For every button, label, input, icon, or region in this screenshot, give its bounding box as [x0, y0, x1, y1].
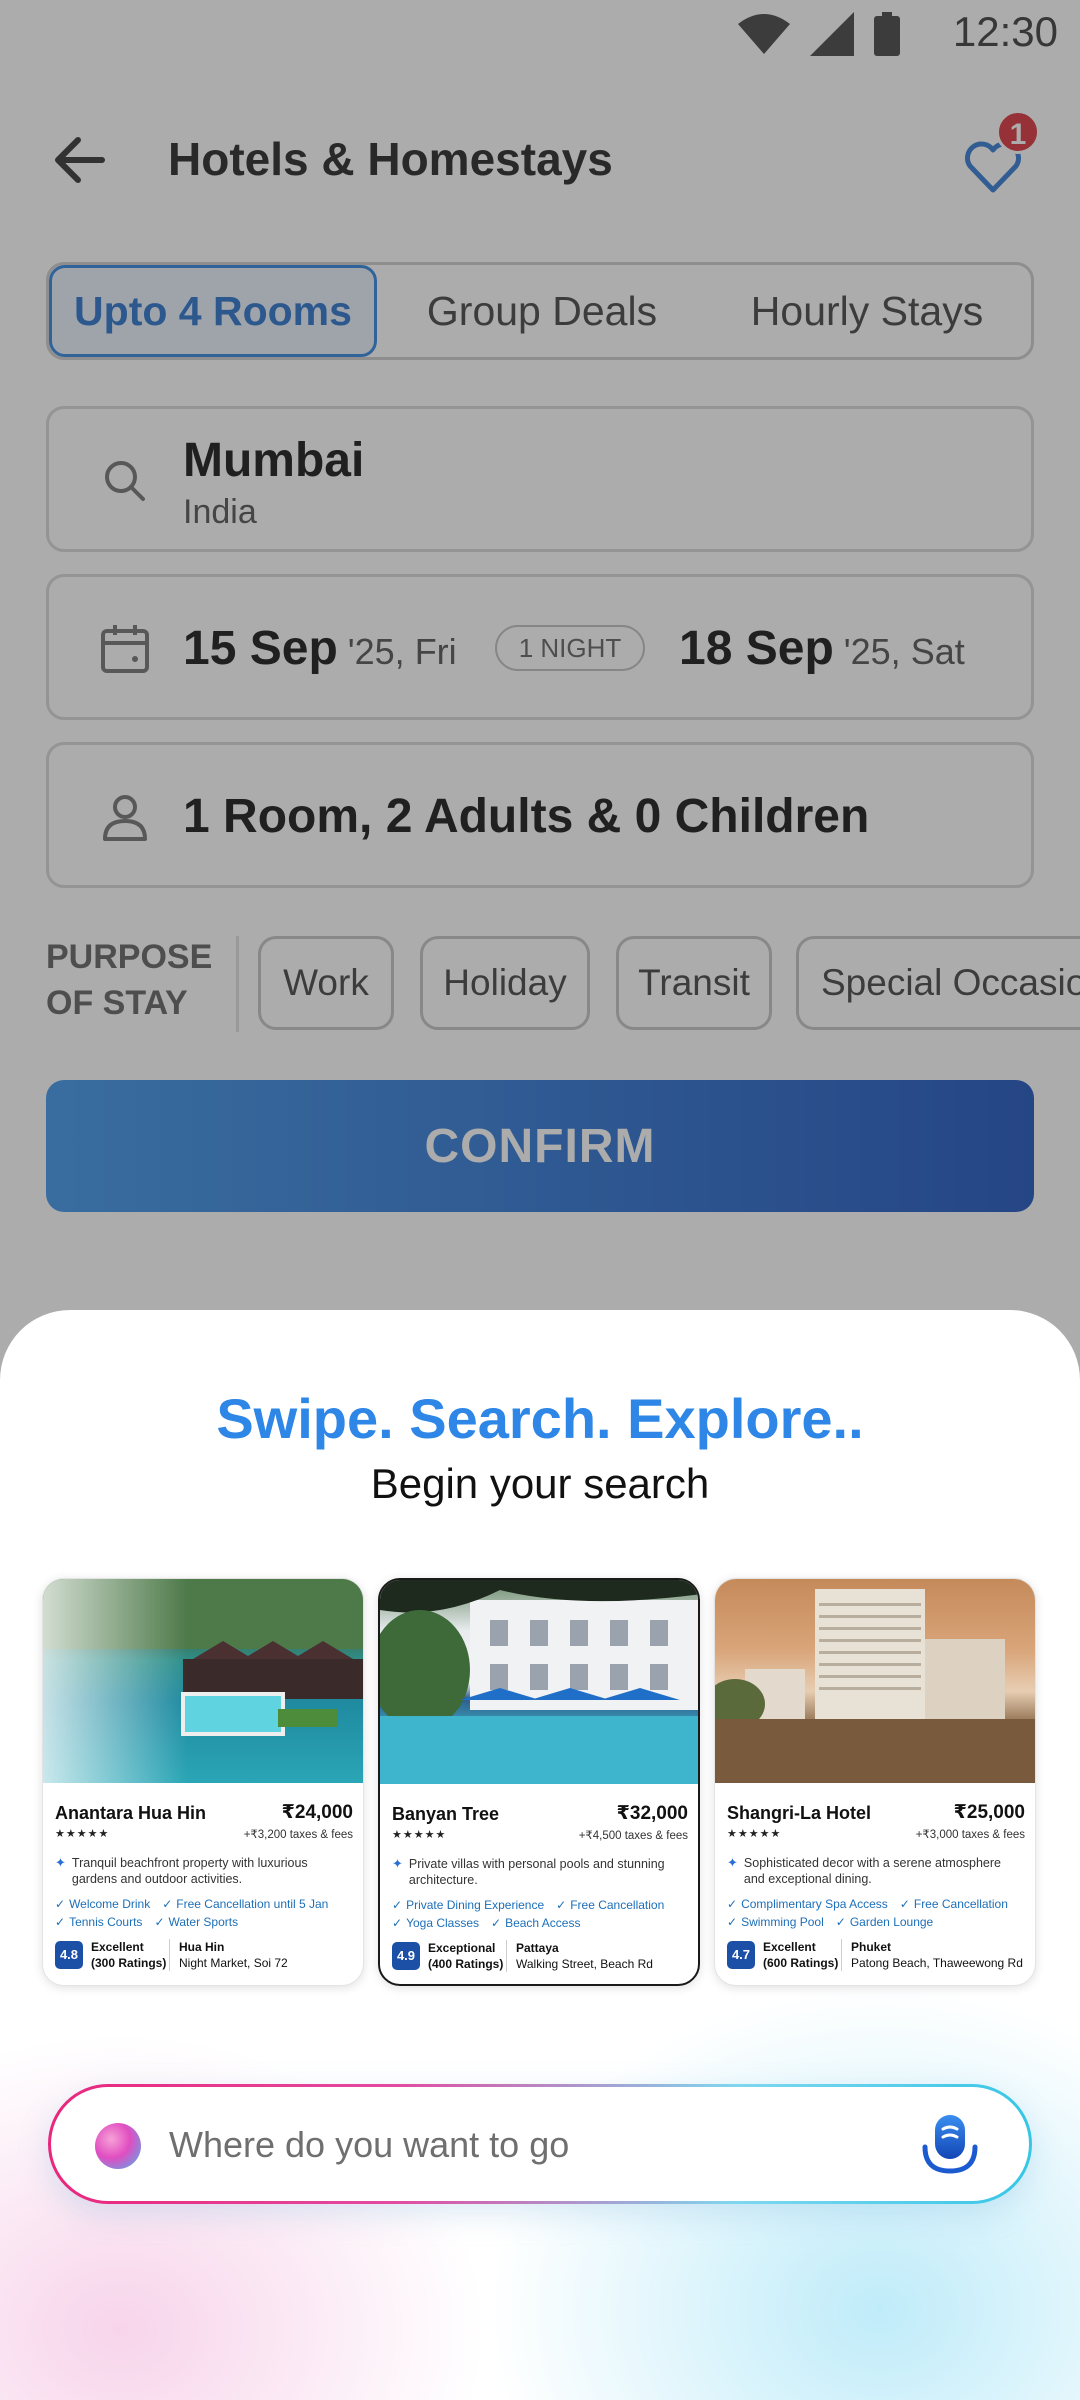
- check-icon: ✓: [835, 1915, 846, 1929]
- check-icon: ✓: [154, 1915, 165, 1929]
- amenities-row: ✓ Complimentary Spa Access ✓ Free Cancellat…: [727, 1897, 1008, 1911]
- check-icon: ✓: [55, 1915, 66, 1929]
- hotel-name: Anantara Hua Hin: [55, 1803, 207, 1823]
- sparkle-icon: ✦: [55, 1855, 66, 1870]
- search-bottom-sheet: Swipe. Search. Explore.. Begin your sear…: [0, 1310, 1080, 2400]
- hotel-image: [380, 1580, 698, 1784]
- hotel-photo: [380, 1580, 698, 1784]
- rating-score: 4.9: [392, 1942, 420, 1970]
- star-rating: ★★★★★: [55, 1828, 110, 1840]
- hotel-photo: [715, 1589, 1035, 1783]
- sparkle-icon: ✦: [727, 1855, 738, 1870]
- hotel-description: ✦ Tranquil beachfront property with luxur…: [55, 1855, 308, 1886]
- divider: [506, 1940, 507, 1972]
- mic-icon: [922, 2115, 978, 2174]
- hotel-photo: [43, 1579, 363, 1736]
- hotel-price: ₹32,000: [616, 1803, 688, 1824]
- check-icon: ✓: [392, 1898, 403, 1912]
- divider: [841, 1939, 842, 1971]
- hotel-name: Banyan Tree: [392, 1804, 500, 1824]
- check-icon: ✓: [899, 1897, 910, 1911]
- voice-search-button[interactable]: [919, 2113, 981, 2179]
- rating-label: Exceptional (400 Ratings): [428, 1941, 504, 1971]
- hotel-image: [43, 1579, 363, 1783]
- amenities-row: ✓ Swimming Pool ✓ Garden Lounge: [727, 1915, 934, 1929]
- hotel-card[interactable]: Shangri-La Hotel ₹25,000 ★★★★★ +₹3,000 t…: [714, 1578, 1036, 1986]
- check-icon: ✓: [162, 1897, 173, 1911]
- rating-score: 4.8: [55, 1941, 83, 1969]
- check-icon: ✓: [556, 1898, 567, 1912]
- check-icon: ✓: [55, 1897, 66, 1911]
- ai-search-bar: [48, 2084, 1032, 2204]
- search-input[interactable]: [169, 2115, 889, 2175]
- taxes-fees: +₹3,000 taxes & fees: [915, 1829, 1025, 1841]
- star-rating: ★★★★★: [727, 1828, 782, 1840]
- check-icon: ✓: [727, 1915, 738, 1929]
- hotel-card[interactable]: Banyan Tree ₹32,000 ★★★★★ +₹4,500 taxes …: [378, 1578, 700, 1986]
- star-rating: ★★★★★: [392, 1829, 447, 1841]
- hotel-name: Shangri-La Hotel: [727, 1803, 872, 1823]
- rating-score: 4.7: [727, 1941, 755, 1969]
- hotel-description: ✦ Private villas with personal pools and …: [392, 1856, 665, 1887]
- sheet-title: Swipe. Search. Explore..: [216, 1387, 864, 1450]
- divider: [169, 1939, 170, 1971]
- sparkle-icon: ✦: [392, 1856, 403, 1871]
- search-bar-inner: [51, 2087, 1029, 2201]
- sheet-subtitle: Begin your search: [370, 1460, 710, 1507]
- taxes-fees: +₹3,200 taxes & fees: [243, 1829, 353, 1841]
- rating-label: Excellent (300 Ratings): [91, 1940, 167, 1970]
- hotel-location: Hua Hin Night Market, Soi 72: [179, 1940, 288, 1970]
- hotel-price: ₹25,000: [953, 1802, 1025, 1823]
- amenities-row: ✓ Private Dining Experience ✓ Free Cancella…: [392, 1898, 665, 1912]
- check-icon: ✓: [727, 1897, 738, 1911]
- hotel-image: [715, 1579, 1035, 1783]
- amenities-row: ✓ Tennis Courts ✓ Water Sports: [55, 1915, 239, 1929]
- hotel-description: ✦ Sophisticated decor with a serene atmos…: [727, 1855, 1001, 1886]
- hotel-location: Phuket Patong Beach, Thaweewong Rd: [851, 1940, 1023, 1970]
- ai-orb-icon: [95, 2123, 141, 2169]
- hotel-card[interactable]: Anantara Hua Hin ₹24,000 ★★★★★ +₹3,200 t…: [42, 1578, 364, 1986]
- check-icon: ✓: [491, 1916, 502, 1930]
- rating-label: Excellent (600 Ratings): [763, 1940, 839, 1970]
- taxes-fees: +₹4,500 taxes & fees: [578, 1830, 688, 1842]
- check-icon: ✓: [392, 1916, 403, 1930]
- amenities-row: ✓ Welcome Drink ✓ Free Cancellation until 5…: [55, 1897, 329, 1911]
- hotel-location: Pattaya Walking Street, Beach Rd: [516, 1941, 653, 1971]
- amenities-row: ✓ Yoga Classes ✓ Beach Access: [392, 1916, 581, 1930]
- hotel-price: ₹24,000: [281, 1802, 353, 1823]
